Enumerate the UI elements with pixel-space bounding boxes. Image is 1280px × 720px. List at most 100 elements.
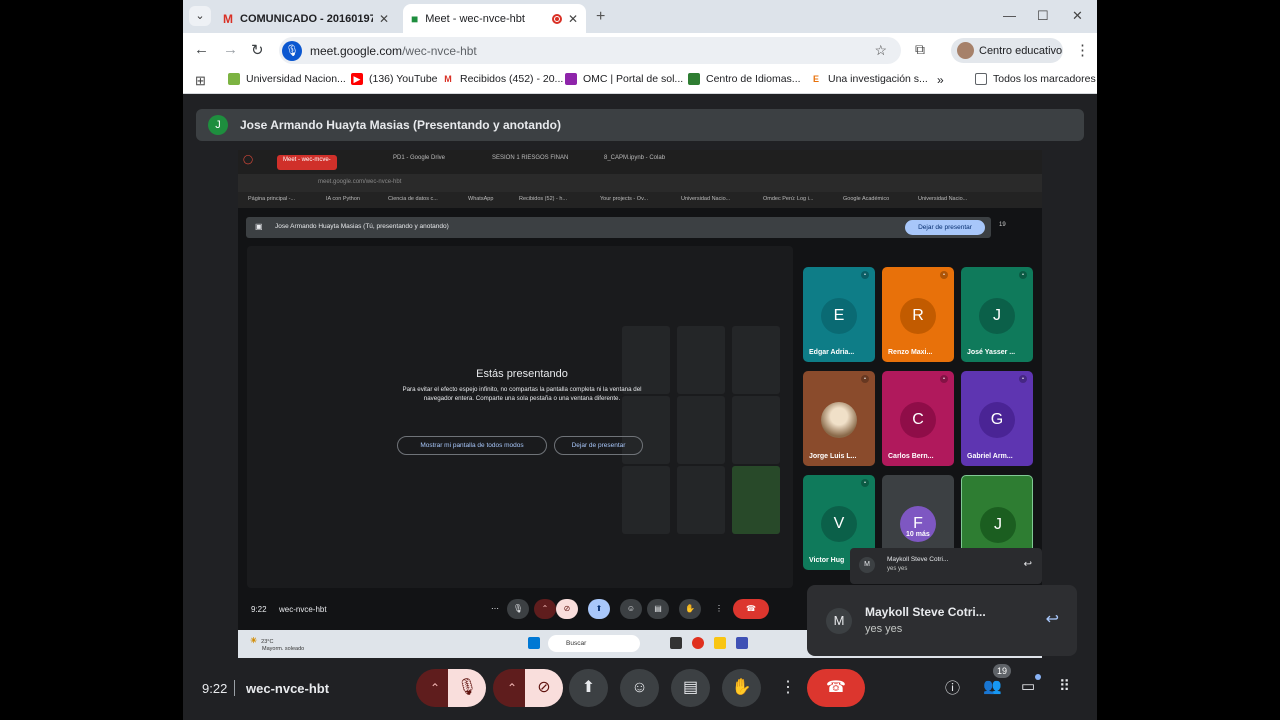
hand-icon: ✋ [679,599,701,619]
bookmark-item[interactable]: Centro de Idiomas... [688,73,801,85]
forward-icon[interactable]: → [223,41,238,58]
tab-strip: ⌄ M COMUNICADO - 20160197@lar ✕ ■ Meet -… [183,0,1097,33]
avatar [957,42,974,59]
recording-icon [551,13,562,24]
shared-participant-count: 19 [999,222,1006,228]
close-tab-icon[interactable]: ✕ [379,12,389,26]
bookmark-item[interactable]: M Recibidos (452) - 20... [442,73,563,85]
maximize-icon[interactable]: ☐ [1037,8,1049,24]
profile-button[interactable]: Centro educativo [951,38,1063,63]
more-options-button[interactable]: ⋮ [773,669,803,707]
raise-hand-button[interactable]: ✋ [722,669,761,707]
browser-toolbar: ← → ↻ 🎙 meet.google.com/wec-nvce-hbt ☆ ⧉… [183,33,1097,67]
participant-name: Gabriel Arm... [967,453,1013,460]
shared-tab: PD1 - Google Drive [393,155,446,161]
meet-control-bar: 9:22 wec-nvce-hbt ⌃ 🎙 ⌃ ⊘ ⬆ ☺ ▤ ✋ ⋮ ☎ ⓘ … [183,664,1097,720]
participant-avatar: C [900,402,936,438]
bookmark-item[interactable]: E Una investigación s... [810,73,928,85]
taskbar-search: Buscar [548,635,640,652]
mic-muted-icon: • [861,375,869,383]
more-bookmarks-icon[interactable]: » [937,73,944,87]
mic-muted-icon: • [940,271,948,279]
tab-gmail[interactable]: M COMUNICADO - 20160197@lar ✕ [215,4,397,33]
more-menu-icon[interactable]: ⋮ [1075,41,1090,59]
emoji-button[interactable]: ☺ [620,669,659,707]
close-window-icon[interactable]: ✕ [1072,8,1083,24]
extensions-icon[interactable]: ⧉ [915,41,925,58]
captions-icon: ▤ [647,599,669,619]
participant-name: 10 más [906,531,930,538]
participant-tile: G Gabriel Arm... • [961,371,1033,466]
meeting-code: wec-nvce-hbt [246,681,330,696]
captions-icon: ▤ [682,679,699,696]
reload-icon[interactable]: ↻ [251,41,264,59]
info-icon[interactable]: ⓘ [945,677,960,698]
shared-control-bar: 9:22 wec-nvce-hbt ⋯ 🎙 ⌃ ⊘ ⬆ ☺ ▤ ✋ ⋮ ☎ [238,594,798,626]
camera-toggle-button[interactable]: ⊘ [525,669,563,707]
camera-off-icon: ⊘ [556,599,578,619]
presenter-name: Jose Armando Huayta Masias (Presentando … [240,118,561,132]
url-text: meet.google.com/wec-nvce-hbt [310,43,477,58]
participant-name: Renzo Maxi... [888,349,933,356]
clock: 9:22 [202,681,228,696]
mic-muted-icon: • [940,375,948,383]
shared-presenter-banner: ▣ Jose Armando Huayta Masias (Tú, presen… [246,217,991,238]
mic-muted-icon: • [1019,375,1027,383]
profile-label: Centro educativo [979,44,1063,57]
activities-icon[interactable]: ⠿ [1059,677,1070,695]
chat-notification-dot [1035,674,1041,680]
present-icon: ⬆ [581,679,596,696]
new-tab-button[interactable]: + [596,8,605,26]
more-icon: ⋯ [491,604,499,613]
shared-bookmarks: Página principal -... IA con Python Cien… [238,192,1042,208]
ghost-tile [677,326,725,394]
participant-name: José Yasser ... [967,349,1016,356]
taskbar-app-icon [670,637,682,649]
present-icon: ▣ [255,222,263,231]
captions-button[interactable]: ▤ [671,669,710,707]
emoji-icon: ☺ [620,599,642,619]
present-button[interactable]: ⬆ [569,669,608,707]
all-bookmarks[interactable]: Todos los marcadores [975,73,1096,85]
divider [234,680,235,696]
shared-chat-toast: M Maykoll Steve Cotri... yes yes ↩ [850,548,1042,584]
mic-site-icon[interactable]: 🎙 [282,40,302,61]
mirror-area: Estás presentando Para evitar el efecto … [247,246,793,588]
shared-tab: 8_CAPM.ipynb - Colab [604,155,666,161]
tab-search-button[interactable]: ⌄ [189,6,211,26]
close-tab-icon[interactable]: ✕ [568,12,578,26]
stop-presenting-button: Dejar de presentar [905,220,985,235]
back-icon[interactable]: ← [194,41,209,58]
apps-icon[interactable]: ⊞ [195,73,206,89]
bookmark-item[interactable]: ▶ (136) YouTube [351,73,438,85]
shared-address-bar: meet.google.com/wec-nvce-hbt [238,174,1042,192]
chevron-up-icon: ⌃ [506,681,518,695]
people-icon[interactable]: 👥 [983,677,1002,695]
ghost-tile [622,466,670,534]
chevron-up-icon: ⌃ [429,681,441,695]
participant-name: Carlos Bern... [888,453,934,460]
avatar: M [859,557,875,573]
end-call-button[interactable]: ☎ [807,669,865,707]
participant-avatar: J [979,298,1015,334]
tab-meet[interactable]: ■ Meet - wec-nvce-hbt ✕ [403,4,586,33]
minimize-icon[interactable]: — [1003,8,1016,23]
presenting-title: Estás presentando [476,368,568,380]
address-bar[interactable]: 🎙 meet.google.com/wec-nvce-hbt ☆ [279,37,901,64]
chat-icon[interactable]: ▭ [1021,677,1035,695]
mic-muted-icon: • [861,271,869,279]
chat-notification[interactable]: M Maykoll Steve Cotri... yes yes ↩ [807,585,1077,656]
ghost-tile [677,466,725,534]
reply-icon: ↩ [1023,559,1032,570]
shield-icon [688,73,700,85]
reply-icon[interactable]: ↩ [1046,609,1059,629]
bookmark-item[interactable]: OMC | Portal de sol... [565,73,683,85]
chat-message: yes yes [865,623,903,635]
mic-toggle-button[interactable]: 🎙 [448,669,486,707]
bookmark-star-icon[interactable]: ☆ [874,42,887,59]
ghost-tile [732,396,780,464]
participant-tile: E Edgar Adria... • [803,267,875,362]
participant-name: Jorge Luis L... [809,453,857,460]
e-icon: E [810,73,822,85]
bookmark-item[interactable]: Universidad Nacion... [228,73,346,85]
